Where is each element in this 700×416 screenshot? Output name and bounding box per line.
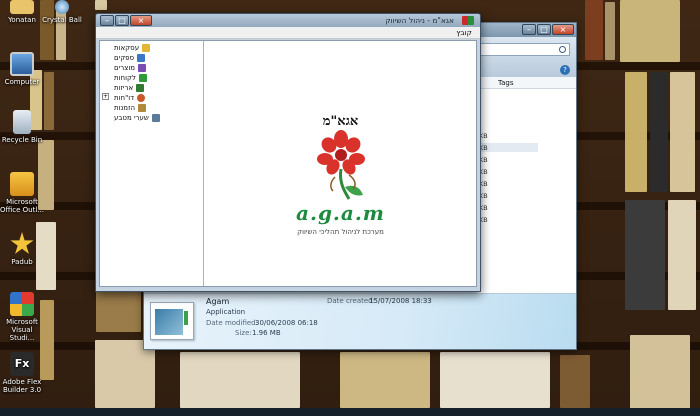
splash-logo-area: אגא"מ a.g.a.m מערכת לניהול תהליכי השיווק: [205, 41, 476, 286]
desktop-icon-padub[interactable]: Padub: [0, 232, 44, 266]
tree-item-packaging[interactable]: אריזות: [114, 83, 190, 93]
size-label: Size:: [235, 329, 252, 337]
minimize-button[interactable]: –: [522, 24, 536, 35]
app-icon: [462, 16, 474, 25]
details-pane: Agam Application Date modified: 30/06/20…: [144, 293, 576, 349]
customers-icon: [138, 74, 147, 82]
search-icon[interactable]: [559, 46, 566, 53]
crystal-ball-icon: [55, 0, 69, 14]
orders-icon: [138, 104, 147, 112]
desktop-icon-computer[interactable]: Computer: [0, 52, 44, 86]
tree-item-orders[interactable]: הזמנות: [114, 103, 190, 113]
minimize-button[interactable]: –: [100, 15, 114, 26]
computer-icon: [10, 52, 34, 76]
file-type: Application: [206, 308, 246, 316]
app-client-area: + עסקאות ספקים מוצרים לקוחות אריזות דו"ח…: [99, 40, 477, 287]
tree-item-customers[interactable]: לקוחות: [114, 73, 190, 83]
tree-item-suppliers[interactable]: ספקים: [114, 53, 190, 63]
desktop-icon-flex-builder[interactable]: Fx Adobe Flex Builder 3.0: [0, 352, 44, 394]
taskbar[interactable]: [0, 408, 700, 416]
menu-file[interactable]: קובץ: [456, 28, 472, 37]
file-thumbnail: [150, 302, 194, 340]
desktop-icon-yonatan[interactable]: Yonatan: [0, 0, 44, 24]
column-tags[interactable]: Tags: [498, 77, 514, 89]
navigation-tree-panel: + עסקאות ספקים מוצרים לקוחות אריזות דו"ח…: [100, 41, 204, 286]
file-list[interactable]: Tags KB KB KB KB KB KB KB KB: [478, 77, 576, 295]
app-titlebar[interactable]: – □ × אגא"מ - ניהול השיווק: [96, 14, 480, 27]
exchange-rates-icon: [151, 114, 160, 122]
desktop-icon-outlook[interactable]: Microsoft Office Outl...: [0, 172, 44, 214]
search-input[interactable]: [480, 43, 570, 56]
flower-logo-icon: [316, 130, 365, 200]
window-title: אגא"מ - ניהול השיווק: [385, 16, 454, 25]
star-icon: [10, 232, 34, 254]
date-modified-label: Date modified:: [206, 319, 258, 327]
tree-item-reports[interactable]: דו"חות: [114, 93, 190, 103]
products-icon: [137, 64, 146, 72]
date-modified-value: 30/06/2008 06:18: [255, 319, 318, 327]
date-created-value: 15/07/2008 18:33: [369, 297, 432, 305]
tree-expander[interactable]: +: [102, 93, 109, 100]
desktop-icon-recycle-bin[interactable]: Recycle Bin: [0, 110, 44, 144]
visual-studio-icon: [10, 292, 34, 316]
maximize-button[interactable]: □: [537, 24, 551, 35]
close-button[interactable]: ×: [552, 24, 574, 35]
outlook-icon: [10, 172, 34, 196]
file-name: Agam: [206, 297, 230, 306]
tree-item-exchange-rates[interactable]: שערי מטבע: [114, 113, 190, 123]
desktop-icon-crystal-ball[interactable]: Crystal Ball: [40, 0, 84, 24]
column-header[interactable]: Tags: [478, 77, 576, 89]
navigation-tree: עסקאות ספקים מוצרים לקוחות אריזות דו"חות…: [114, 43, 190, 123]
size-value: 1.96 MB: [252, 329, 281, 337]
close-button[interactable]: ×: [130, 15, 152, 26]
desktop-icon-visual-studio[interactable]: Microsoft Visual Studi...: [0, 292, 44, 342]
date-created-label: Date created:: [327, 297, 375, 305]
suppliers-icon: [137, 54, 146, 62]
help-icon[interactable]: ?: [560, 65, 570, 75]
flex-builder-icon: Fx: [10, 352, 34, 376]
tree-item-products[interactable]: מוצרים: [114, 63, 190, 73]
agam-app-window[interactable]: – □ × אגא"מ - ניהול השיווק קובץ + עסקאות…: [95, 13, 481, 292]
logo-subtitle: מערכת לניהול תהליכי השיווק: [297, 228, 384, 236]
reports-icon: [137, 94, 146, 102]
recycle-bin-icon: [13, 110, 31, 134]
logo-latin-title: a.g.a.m: [296, 201, 385, 225]
menu-bar: קובץ: [96, 27, 480, 39]
folder-icon: [10, 0, 34, 14]
logo-hebrew-title: אגא"מ: [322, 114, 359, 129]
maximize-button[interactable]: □: [115, 15, 129, 26]
deals-icon: [142, 44, 151, 52]
packaging-icon: [136, 84, 145, 92]
tree-item-deals[interactable]: עסקאות: [114, 43, 190, 53]
